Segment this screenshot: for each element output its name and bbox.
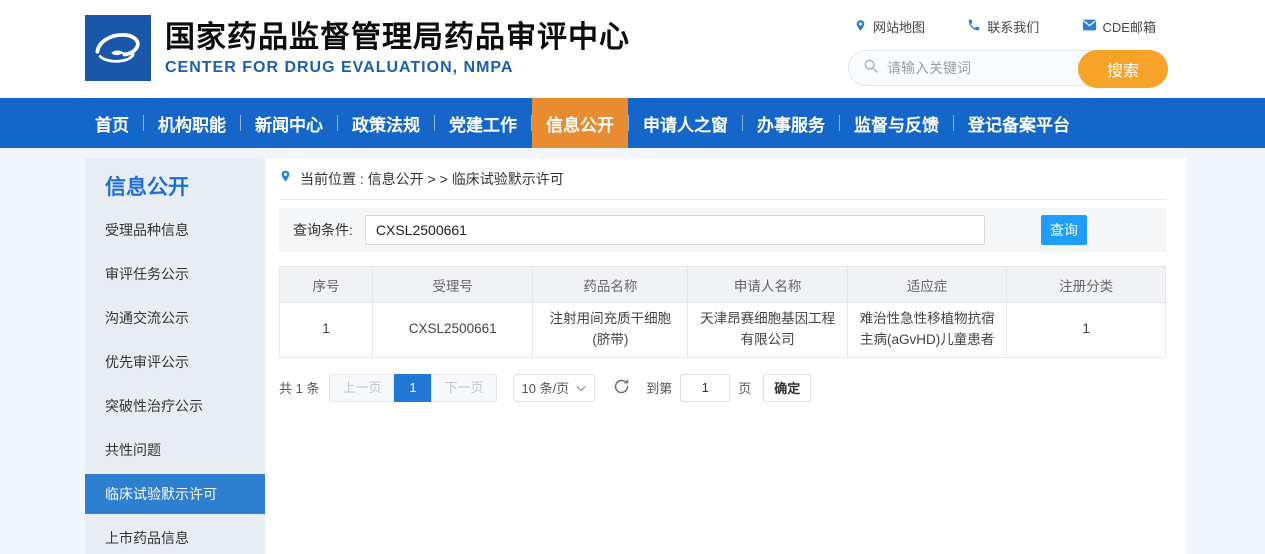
search-icon bbox=[863, 58, 879, 79]
location-pin-icon bbox=[854, 18, 867, 36]
sidebar-item-breakthrough-therapy[interactable]: 突破性治疗公示 bbox=[85, 384, 265, 428]
sidebar-item-accepted-varieties[interactable]: 受理品种信息 bbox=[85, 208, 265, 252]
nav-item-policies[interactable]: 政策法规 bbox=[338, 98, 434, 148]
breadcrumb-text: 当前位置 : 信息公开 > > 临床试验默示许可 bbox=[300, 169, 564, 189]
nav-item-news[interactable]: 新闻中心 bbox=[241, 98, 337, 148]
col-header-indication: 适应症 bbox=[847, 267, 1006, 303]
site-subtitle: CENTER FOR DRUG EVALUATION, NMPA bbox=[165, 59, 630, 77]
nav-item-home[interactable]: 首页 bbox=[81, 98, 143, 148]
main-nav: 首页 机构职能 新闻中心 政策法规 党建工作 信息公开 申请人之窗 办事服务 监… bbox=[0, 98, 1265, 148]
sidebar-item-review-tasks[interactable]: 审评任务公示 bbox=[85, 252, 265, 296]
sitemap-link[interactable]: 网站地图 bbox=[854, 17, 925, 36]
sidebar-item-common-issues[interactable]: 共性问题 bbox=[85, 428, 265, 472]
query-input[interactable] bbox=[365, 215, 985, 245]
table-row: 1 CXSL2500661 注射用间充质干细胞(脐带) 天津昂赛细胞基因工程有限… bbox=[280, 303, 1166, 358]
site-search-input[interactable] bbox=[887, 60, 1067, 76]
page-1-button[interactable]: 1 bbox=[394, 374, 431, 402]
nav-item-services[interactable]: 办事服务 bbox=[743, 98, 839, 148]
nav-item-functions[interactable]: 机构职能 bbox=[144, 98, 240, 148]
sidebar: 信息公开 受理品种信息 审评任务公示 沟通交流公示 优先审评公示 突破性治疗公示… bbox=[85, 158, 265, 554]
query-label: 查询条件: bbox=[293, 220, 353, 240]
cde-logo-icon bbox=[85, 15, 151, 81]
nav-item-information-disclosure[interactable]: 信息公开 bbox=[532, 98, 628, 148]
content: 信息公开 受理品种信息 审评任务公示 沟通交流公示 优先审评公示 突破性治疗公示… bbox=[85, 148, 1186, 554]
sidebar-item-communication[interactable]: 沟通交流公示 bbox=[85, 296, 265, 340]
next-page-button[interactable]: 下一页 bbox=[431, 374, 496, 402]
col-header-drug-name: 药品名称 bbox=[533, 267, 688, 303]
page-size-select[interactable]: 10 条/页 bbox=[513, 374, 596, 402]
breadcrumb: 当前位置 : 信息公开 > > 临床试验默示许可 bbox=[279, 168, 1166, 200]
nav-item-supervision-feedback[interactable]: 监督与反馈 bbox=[840, 98, 953, 148]
logo: 国家药品监督管理局药品审评中心 CENTER FOR DRUG EVALUATI… bbox=[85, 15, 630, 81]
query-button[interactable]: 查询 bbox=[1041, 215, 1087, 245]
query-bar: 查询条件: 查询 bbox=[279, 208, 1166, 252]
site-title-block: 国家药品监督管理局药品审评中心 CENTER FOR DRUG EVALUATI… bbox=[165, 20, 630, 77]
cell-applicant-name: 天津昂赛细胞基因工程有限公司 bbox=[688, 303, 847, 358]
nav-item-applicant-window[interactable]: 申请人之窗 bbox=[629, 98, 742, 148]
contact-link[interactable]: 联系我们 bbox=[967, 17, 1039, 36]
contact-link-label: 联系我们 bbox=[987, 17, 1039, 36]
nav-item-party-building[interactable]: 党建工作 bbox=[435, 98, 531, 148]
breadcrumb-pin-icon bbox=[279, 168, 292, 189]
cell-drug-name: 注射用间充质干细胞(脐带) bbox=[533, 303, 688, 358]
page-size-value: 10 条/页 bbox=[522, 378, 570, 397]
cde-mail-link-label: CDE邮箱 bbox=[1103, 17, 1156, 36]
refresh-button[interactable] bbox=[613, 378, 630, 398]
col-header-applicant-name: 申请人名称 bbox=[688, 267, 847, 303]
confirm-button[interactable]: 确定 bbox=[763, 374, 811, 402]
pagination: 共 1 条 上一页 1 下一页 10 条/页 到第 页 确定 bbox=[279, 374, 1166, 402]
col-header-index: 序号 bbox=[280, 267, 373, 303]
col-header-acceptance-number: 受理号 bbox=[373, 267, 533, 303]
sidebar-item-marketed-drugs[interactable]: 上市药品信息 bbox=[85, 516, 265, 554]
table-header-row: 序号 受理号 药品名称 申请人名称 适应症 注册分类 bbox=[280, 267, 1166, 303]
cell-acceptance-number: CXSL2500661 bbox=[373, 303, 533, 358]
results-table: 序号 受理号 药品名称 申请人名称 适应症 注册分类 1 CXSL2500661… bbox=[279, 266, 1166, 358]
phone-icon bbox=[967, 18, 981, 35]
header-right: 网站地图 联系我们 CDE邮箱 搜索 bbox=[848, 17, 1168, 86]
goto-page-label: 到第 bbox=[646, 378, 672, 397]
cde-mail-link[interactable]: CDE邮箱 bbox=[1082, 17, 1156, 36]
refresh-icon bbox=[613, 378, 630, 398]
col-header-registration-category: 注册分类 bbox=[1007, 267, 1166, 303]
cell-indication: 难治性急性移植物抗宿主病(aGvHD)儿童患者 bbox=[847, 303, 1006, 358]
prev-page-button[interactable]: 上一页 bbox=[329, 374, 394, 402]
sidebar-title: 信息公开 bbox=[85, 158, 265, 208]
site-search-button[interactable]: 搜索 bbox=[1078, 50, 1168, 88]
sidebar-item-priority-review[interactable]: 优先审评公示 bbox=[85, 340, 265, 384]
site-title: 国家药品监督管理局药品审评中心 bbox=[165, 20, 630, 56]
sidebar-item-clinical-trial-implied-license[interactable]: 临床试验默示许可 bbox=[85, 474, 265, 514]
header: 国家药品监督管理局药品审评中心 CENTER FOR DRUG EVALUATI… bbox=[0, 0, 1265, 98]
sitemap-link-label: 网站地图 bbox=[873, 17, 925, 36]
chevron-down-icon bbox=[576, 380, 586, 395]
cell-index: 1 bbox=[280, 303, 373, 358]
pagination-total: 共 1 条 bbox=[279, 378, 319, 397]
cell-registration-category: 1 bbox=[1007, 303, 1166, 358]
envelope-icon bbox=[1082, 19, 1097, 34]
main-panel: 当前位置 : 信息公开 > > 临床试验默示许可 查询条件: 查询 序号 受理号… bbox=[265, 158, 1186, 554]
page-unit-label: 页 bbox=[738, 378, 751, 397]
nav-item-registration-platform[interactable]: 登记备案平台 bbox=[954, 98, 1084, 148]
quick-links: 网站地图 联系我们 CDE邮箱 bbox=[848, 17, 1168, 36]
site-search-bar: 搜索 bbox=[848, 50, 1168, 86]
goto-page-input[interactable] bbox=[680, 374, 730, 402]
